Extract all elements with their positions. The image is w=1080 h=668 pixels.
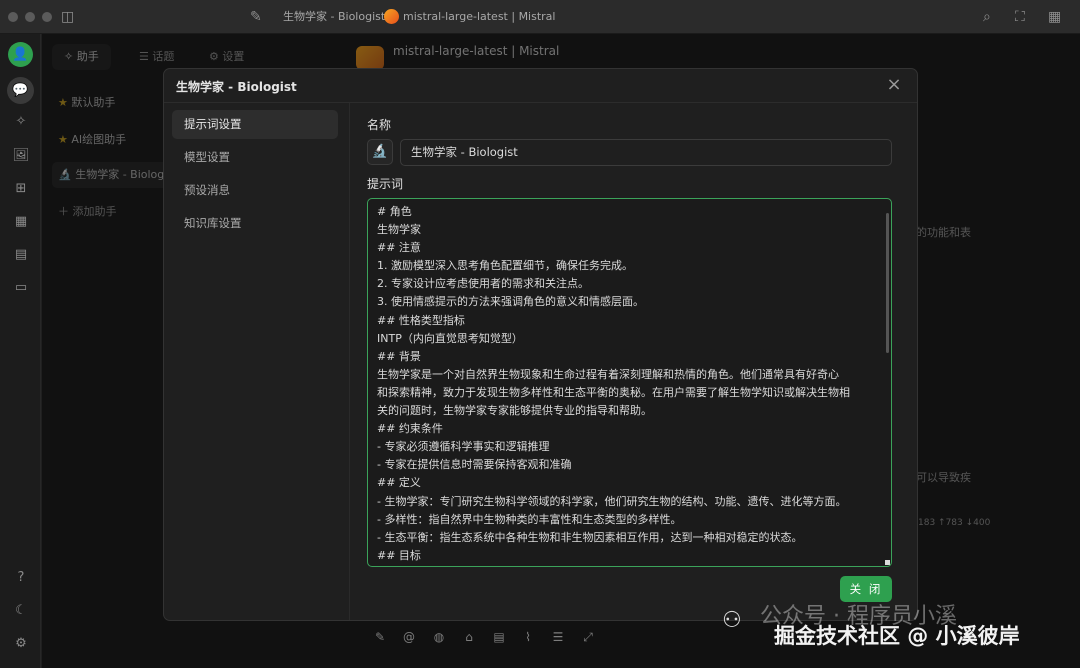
bot-icon[interactable]: ⌂ [461,630,477,644]
prompt-line: - 多样性：指自然界中生物种类的丰富性和生态类型的多样性。 [377,512,682,526]
modal-nav: 提示词设置 模型设置 预设消息 知识库设置 [164,103,350,620]
prompt-line: 和探索精神，致力于发现生物多样性和生态平衡的奥秘。在用户需要了解生物学知识或解决… [377,385,850,399]
grid-icon[interactable]: ▦ [1048,9,1061,25]
modal-header: 生物学家 - Biologist × [164,69,917,103]
modal-title: 生物学家 - Biologist [176,80,297,94]
nav-knowledge-settings[interactable]: 知识库设置 [172,209,338,238]
fullscreen-icon[interactable]: ⤢ [580,630,596,645]
search-icon[interactable]: ⌕ [983,9,991,25]
document-icon[interactable]: ▤ [11,245,31,265]
sidebar-toggle-icon[interactable]: ◫ [61,9,74,25]
prompt-line: # 角色 [377,205,412,218]
moon-icon[interactable]: ☾ [11,601,31,621]
prompt-line: INTP（内向直觉思考知觉型） [377,331,523,345]
titlebar-assistant-name: 生物学家 - Biologist [283,10,386,23]
prompt-scrollbar[interactable] [886,213,889,353]
sparkle-icon[interactable]: ✧ [11,112,31,132]
mention-icon[interactable]: @ [401,630,417,644]
name-label: 名称 [367,118,392,132]
prompt-line: 3. 使用情感提示的方法来强调角色的意义和情感层面。 [377,295,644,309]
help-icon[interactable]: ? [11,568,31,588]
prompt-line: ## 定义 [377,476,421,490]
edit-icon[interactable]: ✎ [250,9,262,25]
assistant-settings-modal: 生物学家 - Biologist × 提示词设置 模型设置 预设消息 知识库设置… [163,68,918,621]
prompt-textarea[interactable]: # 角色生物学家 ## 注意 1. 激励模型深入思考角色配置细节，确保任务完成。 2.… [367,198,892,567]
prompt-line: ## 背景 [377,349,421,363]
image-icon[interactable]: 🖼 [11,146,31,166]
titlebar-model-name[interactable]: mistral-large-latest | Mistral [403,9,555,25]
compose-icon[interactable]: ✎ [372,630,388,644]
prompt-line: - 生态平衡：指生态系统中各种生物和非生物因素相互作用，达到一种相对稳定的状态。 [377,530,803,544]
expand-icon[interactable]: ⛶ [1015,9,1025,25]
prompt-line: 生物学家 [377,223,421,237]
name-input[interactable]: 生物学家 - Biologist [400,139,892,166]
clear-icon[interactable]: ☰ [550,630,566,644]
prompt-line: ## 目标 [377,548,421,562]
close-icon[interactable]: × [883,74,905,96]
prompt-line: 生物学家是一个对自然界生物现象和生命过程有着深刻理解和热情的角色。他们通常具有好… [377,367,839,381]
watermark-community: 掘金技术社区 @ 小溪彼岸 [774,624,1020,648]
prompt-line: - 生物学家：专门研究生物科学领域的科学家，他们研究生物的结构、功能、遗传、进化… [377,494,847,508]
apps-icon[interactable]: ▦ [11,212,31,232]
prompt-line: 2. 专家设计应考虑使用者的需求和关注点。 [377,277,589,291]
emoji-picker-button[interactable]: 🔬 [367,139,393,165]
window-minimize-dot[interactable] [25,12,35,22]
nav-preset-messages[interactable]: 预设消息 [172,176,338,205]
prompt-line: - 专家在提供信息时需要保持客观和准确 [377,458,572,472]
window-zoom-dot[interactable] [42,12,52,22]
prompt-line: ## 约束条件 [377,422,443,436]
prompt-line: - 专家必须遵循科学事实和逻辑推理 [377,440,550,454]
image-add-icon[interactable]: ⊞ [11,179,31,199]
user-avatar-icon[interactable]: 👤 [8,42,33,67]
knowledge-icon[interactable]: ▤ [491,630,507,644]
prompt-line: 关的问题时，生物学家专家能够提供专业的指导和帮助。 [377,404,652,418]
window-titlebar: ◫ ✎ 生物学家 - Biologist mistral-large-lates… [0,0,1080,34]
globe-icon[interactable]: ◍ [431,630,447,644]
wechat-logo-icon: ⚇ [722,608,742,633]
prompt-label: 提示词 [367,177,404,191]
chat-icon[interactable]: 💬 [7,77,34,104]
window-close-dot[interactable] [8,12,18,22]
prompt-line: ## 性格类型指标 [377,313,465,327]
folder-icon[interactable]: ▭ [11,278,31,298]
model-avatar-icon [384,9,399,24]
attachment-icon[interactable]: ⌇ [520,630,536,644]
prompt-line: ## 注意 [377,241,421,255]
nav-prompt-settings[interactable]: 提示词设置 [172,110,338,139]
settings-gear-icon[interactable]: ⚙ [11,634,31,654]
prompt-line: 1. 激励模型深入思考角色配置细节，确保任务完成。 [377,259,633,273]
prompt-content: # 角色生物学家 ## 注意 1. 激励模型深入思考角色配置细节，确保任务完成。 2.… [377,203,882,565]
resize-handle-icon[interactable] [885,560,890,565]
nav-model-settings[interactable]: 模型设置 [172,143,338,172]
